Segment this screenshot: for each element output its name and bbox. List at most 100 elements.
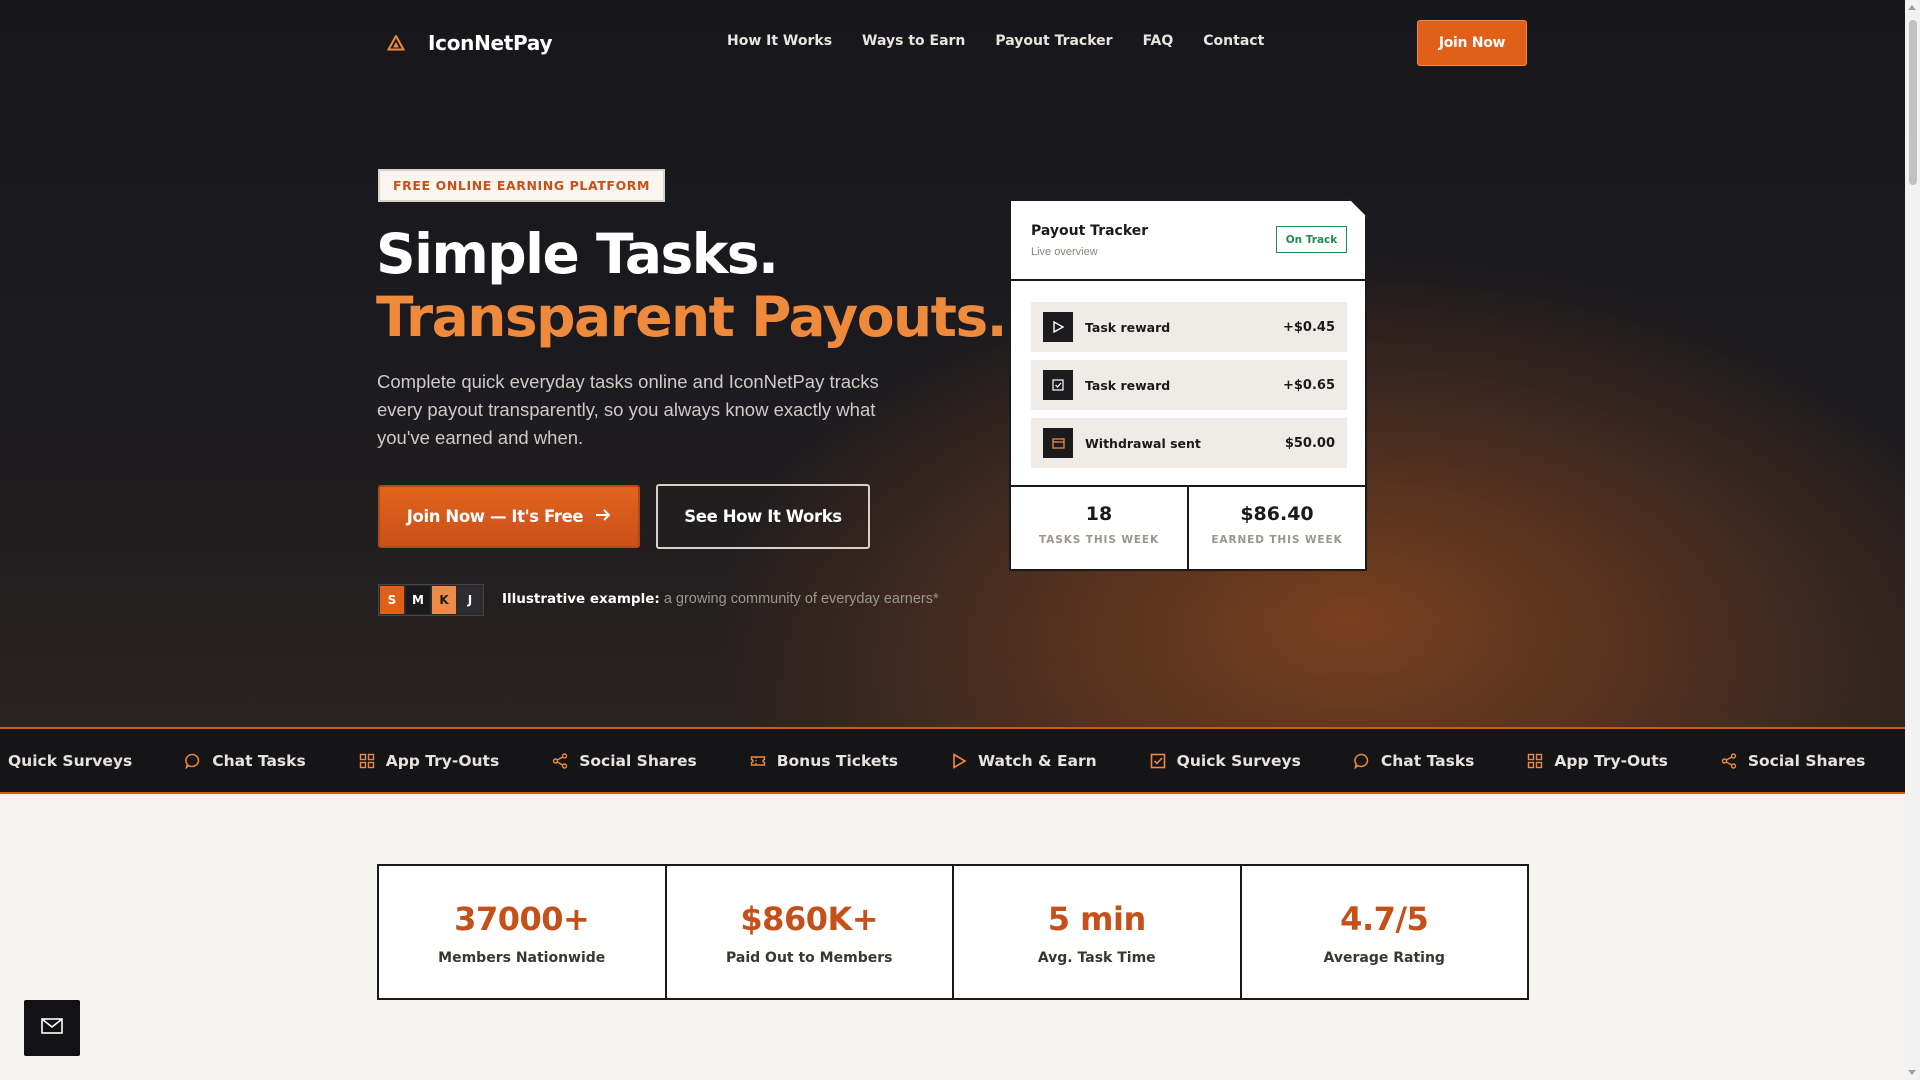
marquee-item: Quick Surveys: [0, 752, 132, 770]
stat-label: Members Nationwide: [438, 950, 606, 966]
ways-to-earn-marquee: Quick Surveys Chat Tasks App Try-Outs Socia…: [0, 727, 1905, 794]
marquee-item: Chat Tasks: [1353, 752, 1474, 770]
row-label: Withdrawal sent: [1085, 435, 1201, 451]
play-icon: [1043, 312, 1073, 342]
marquee-item: Bonus Tickets: [749, 752, 898, 770]
avatar-group: S M K J: [378, 584, 484, 616]
tracker-header: Payout Tracker Live overview On Track: [1011, 201, 1365, 281]
nav-ways-to-earn[interactable]: Ways to Earn: [862, 33, 965, 49]
stat-label: Avg. Task Time: [1037, 950, 1156, 966]
community-note: Illustrative example: a growing communit…: [502, 591, 939, 607]
status-badge: On Track: [1276, 226, 1347, 253]
scrollbar-thumb[interactable]: [1909, 20, 1917, 185]
logo[interactable]: IconNetPay: [378, 28, 552, 58]
marquee-label: App Try-Outs: [385, 751, 500, 770]
marquee-track: Quick Surveys Chat Tasks App Try-Outs Socia…: [0, 729, 1905, 792]
stat-members: 37000+ Members Nationwide: [379, 866, 665, 998]
marquee-label: Quick Surveys: [8, 751, 133, 770]
row-amount: +$0.45: [1282, 319, 1335, 335]
page-scrollbar[interactable]: [1905, 0, 1920, 1080]
avatar: K: [431, 585, 457, 615]
marquee-label: App Try-Outs: [1554, 751, 1668, 770]
share-icon: [551, 752, 569, 770]
row-label: Task reward: [1085, 377, 1171, 393]
stat-value: $86.40: [1240, 503, 1314, 525]
main-nav: How It Works Ways to Earn Payout Tracker…: [727, 33, 1264, 49]
join-free-button[interactable]: Join Now — It's Free: [378, 485, 640, 548]
chat-icon: [1353, 752, 1371, 770]
stat-value: 4.7/5: [1340, 900, 1429, 938]
nav-contact[interactable]: Contact: [1203, 33, 1264, 49]
marquee-item: Social Shares: [551, 752, 697, 770]
marquee-item: Social Shares: [1720, 751, 1866, 770]
marquee-label: Bonus Tickets: [776, 751, 898, 770]
marquee-label: Quick Surveys: [1176, 751, 1301, 770]
tracker-stats: 18 TASKS THIS WEEK $86.40 EARNED THIS WE…: [1011, 485, 1365, 569]
avatar: S: [379, 585, 405, 615]
see-how-it-works-button[interactable]: See How It Works: [656, 484, 870, 549]
stat-value: $860K+: [740, 900, 879, 938]
payout-tracker-card: Payout Tracker Live overview On Track Ta…: [1009, 199, 1367, 571]
earned-this-week: $86.40 EARNED THIS WEEK: [1187, 487, 1365, 569]
hero-title-line1: Simple Tasks.: [376, 222, 779, 286]
stat-value: 18: [1085, 503, 1113, 525]
hero-section: IconNetPay How It Works Ways to Earn Pay…: [0, 0, 1905, 727]
marquee-label: Chat Tasks: [212, 751, 306, 770]
stat-value: 37000+: [454, 900, 590, 938]
stat-label: Paid Out to Members: [726, 950, 893, 966]
list-item: Task reward +$0.65: [1031, 360, 1347, 410]
marquee-item: App Try-Outs: [1526, 751, 1668, 770]
marquee-label: Chat Tasks: [1380, 751, 1475, 770]
tracker-subtitle: Live overview: [1031, 246, 1098, 258]
share-icon: [1720, 752, 1738, 770]
marquee-item: Quick Surveys: [1149, 752, 1301, 770]
hero-title-line2: Transparent Payouts.: [376, 285, 1008, 349]
marquee-item: Chat Tasks: [184, 751, 306, 770]
illustrative-label: Illustrative example:: [502, 591, 660, 607]
join-now-button[interactable]: Join Now: [1417, 20, 1527, 66]
logo-icon: [378, 28, 414, 58]
marquee-item: App Try-Outs: [358, 752, 499, 770]
stat-paid-out: $860K+ Paid Out to Members: [664, 866, 953, 998]
stats-bar: 37000+ Members Nationwide $860K+ Paid Ou…: [377, 864, 1529, 1000]
ticket-icon: [749, 752, 767, 770]
nav-payout-tracker[interactable]: Payout Tracker: [995, 33, 1112, 49]
card-icon: [1043, 428, 1073, 458]
row-label: Task reward: [1085, 319, 1171, 335]
contact-mail-button[interactable]: [24, 1000, 80, 1056]
hero-lead: Complete quick everyday tasks online and…: [377, 371, 879, 448]
brand-name: IconNetPay: [428, 31, 553, 55]
stat-label: EARNED THIS WEEK: [1211, 534, 1343, 546]
stat-rating: 4.7/5 Average Rating: [1239, 866, 1528, 998]
checkbox-icon: [1043, 370, 1073, 400]
platform-badge: FREE ONLINE EARNING PLATFORM: [378, 169, 666, 202]
marquee-label: Social Shares: [579, 751, 697, 770]
marquee-item: Watch & Earn: [950, 752, 1097, 770]
mail-icon: [41, 1017, 63, 1039]
scroll-down-arrow[interactable]: [1908, 1070, 1916, 1075]
list-item: Task reward +$0.45: [1031, 302, 1347, 352]
tasks-this-week: 18 TASKS THIS WEEK: [1011, 487, 1187, 569]
stat-value: 5 min: [1047, 900, 1146, 938]
row-amount: $50.00: [1284, 435, 1335, 451]
join-free-label: Join Now — It's Free: [406, 507, 584, 526]
stat-task-time: 5 min Avg. Task Time: [952, 866, 1240, 998]
avatar: M: [405, 585, 431, 615]
row-amount: +$0.65: [1282, 377, 1335, 393]
list-item: Withdrawal sent $50.00: [1031, 418, 1347, 468]
illustrative-text: a growing community of everyday earners*: [663, 591, 939, 607]
stat-label: TASKS THIS WEEK: [1038, 534, 1160, 546]
marquee-label: Social Shares: [1747, 751, 1866, 770]
grid-icon: [358, 752, 376, 770]
avatar: J: [457, 585, 483, 615]
nav-how-it-works[interactable]: How It Works: [727, 33, 832, 49]
tracker-title: Payout Tracker: [1031, 223, 1149, 239]
checkbox-icon: [1149, 752, 1167, 770]
marquee-label: Watch & Earn: [978, 751, 1097, 770]
grid-icon: [1526, 752, 1544, 770]
nav-faq[interactable]: FAQ: [1143, 33, 1174, 49]
stat-label: Average Rating: [1323, 950, 1445, 966]
play-icon: [950, 752, 968, 770]
arrow-right-icon: [595, 507, 611, 526]
scroll-up-arrow[interactable]: [1908, 5, 1916, 10]
